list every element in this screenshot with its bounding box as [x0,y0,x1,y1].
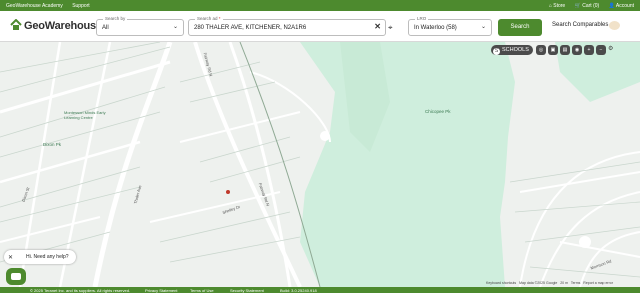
layers-icon[interactable]: ◎ [536,45,546,55]
logo-text: GeoWarehouse [24,20,102,32]
build-text: Build: 3.0.25240.918 [280,288,317,293]
clear-icon[interactable]: ✕ [374,22,381,31]
chevron-down-icon: ⌄ [480,24,486,30]
map-attribution: Keyboard shortcuts Map data ©2025 Google… [486,281,613,285]
comparables-icon[interactable] [609,21,620,30]
footer: © 2025 Teranet Inc. and its suppliers. A… [0,287,640,293]
search-by-label: Search by [103,16,128,21]
account-link[interactable]: 👤 Account [609,3,634,9]
scale-label: 20 m [560,281,568,285]
top-bar: GeoWarehouse Academy Support ⌂ Store 🛒 C… [0,0,640,11]
fullscreen-icon[interactable]: ⚙ [608,45,613,52]
address-search-input[interactable]: Search ad * 280 THALER AVE, KITCHENER, N… [188,16,386,36]
lro-select[interactable]: LRO In Waterloo (58) ⌄ [408,16,492,36]
locate-me-icon[interactable]: ⌖ [388,23,393,33]
copyright-text: © 2025 Teranet Inc. and its suppliers. A… [30,288,131,293]
lro-label: LRO [415,16,429,21]
search-header: GeoWarehouse® Search by All ⌄ Search ad … [0,11,640,42]
chat-bubble[interactable]: Hi. Need any help? [4,250,76,264]
terms-link[interactable]: Terms of Use [190,288,214,293]
map-terms-link[interactable]: Terms [571,281,581,285]
school-icon: S [493,48,500,55]
zoom-in-icon[interactable]: + [584,45,594,55]
park-label: Dixon Pk [43,142,62,147]
search-by-select[interactable]: Search by All ⌄ [96,16,184,36]
schools-toggle[interactable]: S SCHOOLS [491,45,533,55]
map-data-label: Map data ©2025 Google [519,281,558,285]
address-value: 280 THALER AVE, KITCHENER, N2A1R6 [194,24,307,31]
measure-icon[interactable]: ▤ [560,45,570,55]
report-error-link[interactable]: Report a map error [583,281,613,285]
security-link[interactable]: Security Statement [230,288,264,293]
map-tiles [0,42,640,287]
chevron-down-icon: ⌄ [172,24,178,30]
privacy-link[interactable]: Privacy Statement [145,288,177,293]
close-icon[interactable]: ✕ [8,254,13,261]
academy-link[interactable]: GeoWarehouse Academy [6,3,63,9]
store-link[interactable]: ⌂ Store [549,3,565,9]
geowarehouse-logo[interactable]: GeoWarehouse® [10,19,106,32]
support-link[interactable]: Support [72,3,90,9]
house-logo-icon [10,19,22,30]
chat-launcher-button[interactable] [6,268,26,285]
chat-text: Hi. Need any help? [26,254,69,260]
search-comparables-button[interactable]: Search Comparables [552,22,608,28]
keyboard-shortcuts-link[interactable]: Keyboard shortcuts [486,281,516,285]
pin-icon[interactable]: ◉ [572,45,582,55]
square-icon[interactable]: ▣ [548,45,558,55]
lro-value: In Waterloo (58) [414,24,457,31]
zoom-out-icon[interactable]: − [596,45,606,55]
schools-label: SCHOOLS [502,47,529,53]
cart-link[interactable]: 🛒 Cart (0) [575,3,600,9]
poi-label: Montessori Minds Early Learning Centre [64,110,106,120]
search-address-label: Search ad * [195,16,223,21]
park-label: Chicopee Pk [425,109,451,114]
chat-icon [11,273,21,280]
search-by-value: All [102,24,109,31]
map-canvas[interactable]: Chicopee Pk Dixon Pk Montessori Minds Ea… [0,42,640,287]
search-button[interactable]: Search [498,19,542,36]
